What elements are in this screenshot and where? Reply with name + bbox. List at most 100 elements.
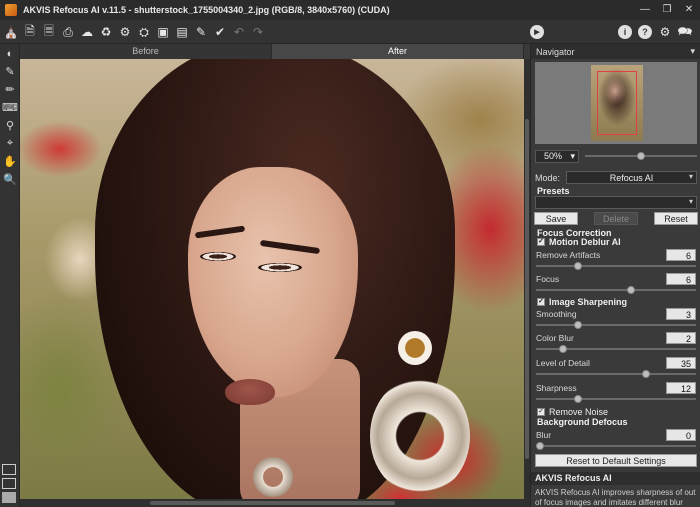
photo-earring-left: [248, 457, 298, 497]
sharpness-slider[interactable]: [536, 393, 696, 405]
sharpness-knob[interactable]: [574, 395, 582, 403]
background-defocus-title: Background Defocus: [537, 417, 628, 427]
navigator-header: Navigator ▾: [531, 44, 700, 59]
level-of-detail-slider[interactable]: [536, 368, 696, 380]
blur-knob[interactable]: [536, 442, 544, 450]
remove-noise-label: Remove Noise: [549, 407, 609, 417]
smoothing-label: Smoothing: [536, 309, 577, 319]
redo-icon[interactable]: ↷: [249, 23, 267, 41]
cloud-upload-icon[interactable]: ☁: [78, 23, 96, 41]
mode-select[interactable]: Refocus AI ▾: [566, 171, 697, 184]
zoom-slider-knob[interactable]: [637, 152, 645, 160]
level-of-detail-knob[interactable]: [642, 370, 651, 378]
image-sharpening-label: Image Sharpening: [549, 297, 628, 307]
blur-label: Blur: [536, 430, 552, 440]
remove-noise-checkbox[interactable]: ✓ Remove Noise: [537, 407, 608, 417]
navigator-preview[interactable]: [535, 62, 697, 144]
navigator-view-frame[interactable]: [597, 71, 637, 135]
save-file-icon[interactable]: 🗏: [40, 23, 58, 41]
history-brush-tool-icon[interactable]: ⌨: [1, 99, 19, 116]
zoom-select[interactable]: 50% ▾: [535, 149, 579, 163]
level-of-detail-param: Level of Detail 35: [536, 357, 696, 382]
stamp-tool-icon[interactable]: ⚲: [1, 117, 19, 134]
color-blur-slider[interactable]: [536, 343, 696, 355]
chevron-down-icon: ▾: [570, 150, 575, 161]
smoothing-param: Smoothing 3: [536, 308, 696, 333]
split-view-icon[interactable]: [2, 478, 16, 489]
print-icon[interactable]: ⎙: [59, 23, 77, 41]
tab-after[interactable]: After: [272, 44, 524, 59]
motion-deblur-checkbox[interactable]: ✓ Motion Deblur AI: [537, 237, 621, 247]
zoom-value: 50%: [544, 151, 563, 161]
presets-select[interactable]: ▾: [535, 196, 697, 209]
horizontal-scrollbar[interactable]: [20, 499, 530, 507]
remove-artifacts-param: Remove Artifacts 6: [536, 249, 696, 274]
reset-preset-button[interactable]: Reset: [654, 212, 698, 225]
focus-label: Focus: [536, 274, 560, 284]
sharpness-label: Sharpness: [536, 383, 577, 393]
mode-label: Mode:: [535, 172, 561, 183]
gear-icon[interactable]: ⚙: [656, 23, 674, 41]
close-icon[interactable]: ✕: [684, 3, 694, 15]
eraser-tool-icon[interactable]: ✏: [1, 81, 19, 98]
focus-slider[interactable]: [536, 284, 696, 296]
focus-brush-tool-icon[interactable]: ✎: [1, 63, 19, 80]
home-icon[interactable]: ⛪: [2, 23, 20, 41]
tab-before[interactable]: Before: [20, 44, 272, 59]
settings-panel: Navigator ▾ 50% ▾ Mode: Refocus AI ▾ Pre…: [530, 44, 700, 507]
collapse-icon[interactable]: ▾: [690, 46, 695, 57]
remove-artifacts-slider[interactable]: [536, 260, 696, 272]
chevron-down-icon: ▾: [688, 197, 693, 206]
help-text: AKVIS Refocus AI improves sharpness of o…: [535, 488, 696, 507]
smoothing-slider[interactable]: [536, 319, 696, 331]
presets-buttons: Save Delete Reset: [534, 212, 698, 225]
image-sharpening-checkbox[interactable]: ✓ Image Sharpening: [537, 297, 627, 307]
preferences-icon[interactable]: ⛭: [135, 23, 153, 41]
window-controls: — ❐ ✕: [640, 3, 694, 15]
remove-artifacts-knob[interactable]: [574, 262, 582, 270]
focus-knob[interactable]: [627, 286, 636, 294]
restore-icon[interactable]: ❐: [662, 3, 672, 15]
settings-gear-icon[interactable]: ⚙: [116, 23, 134, 41]
help-icon[interactable]: ?: [636, 23, 654, 41]
info-icon[interactable]: i: [616, 23, 634, 41]
brush-icon[interactable]: ✎: [192, 23, 210, 41]
delete-preset-button[interactable]: Delete: [594, 212, 638, 225]
navigator-thumbnail: [591, 65, 643, 141]
blur-param: Blur 0: [536, 429, 696, 454]
view-tabs: Before After: [20, 44, 524, 59]
before-after-tool-icon[interactable]: ◐: [1, 45, 19, 62]
presets-title: Presets: [537, 186, 570, 196]
minimize-icon[interactable]: —: [640, 3, 650, 15]
help-title: AKVIS Refocus AI: [531, 472, 700, 485]
color-blur-knob[interactable]: [558, 345, 567, 353]
notification-icon[interactable]: 🗪: [676, 23, 694, 41]
color-swatch-icon[interactable]: [2, 492, 16, 503]
effect-a-icon[interactable]: ▣: [154, 23, 172, 41]
image-canvas[interactable]: [20, 59, 524, 499]
level-of-detail-label: Level of Detail: [536, 358, 590, 368]
crop-tool-icon[interactable]: ⌖: [1, 135, 19, 152]
photo-earring-stud: [398, 331, 432, 365]
blur-slider[interactable]: [536, 440, 696, 452]
hand-tool-icon[interactable]: ✋: [1, 153, 19, 170]
open-file-icon[interactable]: 🗎: [21, 23, 39, 41]
checkbox-check-icon: ✓: [537, 238, 545, 246]
navigator-title: Navigator: [536, 46, 575, 57]
run-process-icon[interactable]: ▶: [528, 23, 546, 41]
smoothing-knob[interactable]: [574, 321, 582, 329]
batch-icon[interactable]: ♻: [97, 23, 115, 41]
window-title: AKVIS Refocus AI v.11.5 - shutterstock_1…: [23, 5, 390, 15]
check-brush-icon[interactable]: ✔: [211, 23, 229, 41]
save-preset-button[interactable]: Save: [534, 212, 578, 225]
checkbox-check-icon: ✓: [537, 298, 545, 306]
sharpness-param: Sharpness 12: [536, 382, 696, 407]
effect-b-icon[interactable]: ▤: [173, 23, 191, 41]
zoom-tool-icon[interactable]: 🔍: [1, 171, 19, 188]
undo-icon[interactable]: ↶: [230, 23, 248, 41]
main-toolbar: ⛪ 🗎 🗏 ⎙ ☁ ♻ ⚙ ⛭ ▣ ▤ ✎ ✔ ↶ ↷ ▶ i ? ⚙ 🗪: [0, 20, 700, 44]
single-view-icon[interactable]: [2, 464, 16, 475]
zoom-slider[interactable]: [585, 150, 697, 162]
view-mode-switches: [2, 464, 16, 503]
reset-defaults-button[interactable]: Reset to Default Settings: [535, 454, 697, 467]
